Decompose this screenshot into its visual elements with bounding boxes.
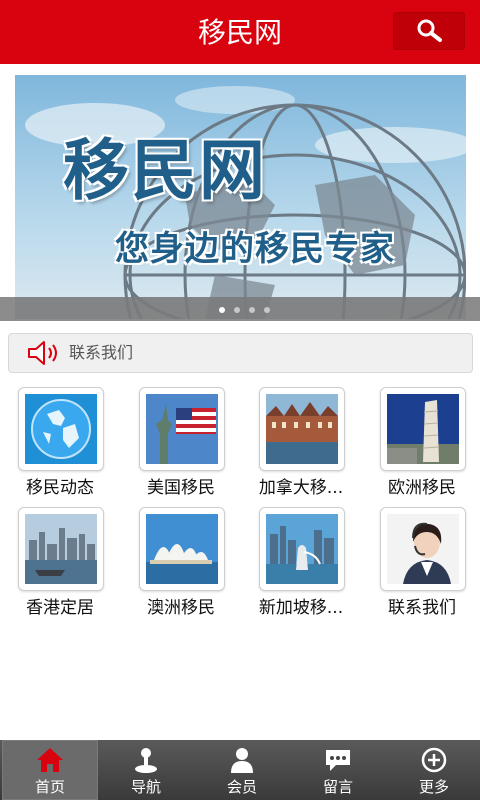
- thumbnail: [380, 507, 466, 591]
- pagination-dot[interactable]: [264, 307, 270, 313]
- search-button[interactable]: [393, 12, 465, 50]
- search-icon: [417, 19, 442, 42]
- globe-icon: [25, 394, 97, 464]
- grid-item-label: 香港定居: [26, 598, 94, 618]
- grid-item-singapore-immigration[interactable]: 新加坡移...: [249, 505, 359, 620]
- thumbnail: [259, 507, 345, 591]
- usa-icon: [146, 394, 218, 464]
- tab-label: 更多: [418, 778, 449, 796]
- europe-icon: [387, 394, 459, 464]
- banner-pagination: [0, 297, 480, 321]
- speaker-icon: [28, 341, 57, 365]
- plus-circle-icon: [421, 747, 447, 773]
- grid-item-contact-us[interactable]: 联系我们: [370, 505, 480, 620]
- grid-item-usa-immigration[interactable]: 美国移民: [129, 385, 239, 500]
- canada-icon: [266, 394, 338, 464]
- notice-text: 联系我们: [69, 343, 134, 362]
- grid-item-label: 联系我们: [388, 598, 456, 618]
- thumbnail: [18, 507, 104, 591]
- header-bar: 移民网: [0, 0, 480, 64]
- grid-item-label: 美国移民: [147, 478, 215, 498]
- singapore-icon: [266, 514, 338, 584]
- thumbnail: [139, 387, 225, 471]
- contact-icon: [387, 514, 459, 584]
- tab-message[interactable]: 留言: [290, 740, 386, 800]
- thumbnail: [380, 387, 466, 471]
- tab-more[interactable]: 更多: [386, 740, 480, 800]
- thumbnail: [139, 507, 225, 591]
- grid-item-label: 欧洲移民: [388, 478, 456, 498]
- notice-bar[interactable]: 联系我们: [8, 333, 473, 373]
- tab-label: 导航: [130, 778, 161, 796]
- banner-slogan: 您身边的移民专家: [115, 229, 395, 269]
- thumbnail: [18, 387, 104, 471]
- chat-icon: [326, 750, 350, 771]
- grid-item-label: 加拿大移...: [258, 478, 344, 498]
- grid-item-immigration-news[interactable]: 移民动态: [8, 385, 118, 500]
- grid-item-canada-immigration[interactable]: 加拿大移...: [249, 385, 359, 500]
- home-icon: [37, 748, 63, 772]
- tab-label: 会员: [226, 778, 257, 796]
- tab-home[interactable]: 首页: [2, 740, 98, 800]
- joystick-icon: [135, 748, 157, 773]
- banner-slide[interactable]: 移民网 您身边的移民专家: [15, 75, 466, 319]
- pagination-dot[interactable]: [249, 307, 255, 313]
- grid-item-hongkong-settlement[interactable]: 香港定居: [8, 505, 118, 620]
- bottom-tab-bar: 首页 导航 会员 留言 更多: [0, 740, 480, 800]
- grid-item-label: 移民动态: [26, 478, 94, 498]
- pagination-dot[interactable]: [234, 307, 240, 313]
- tab-navigation[interactable]: 导航: [98, 740, 194, 800]
- grid-item-australia-immigration[interactable]: 澳洲移民: [129, 505, 239, 620]
- thumbnail: [259, 387, 345, 471]
- tab-label: 首页: [34, 778, 65, 796]
- banner-title: 移民网: [63, 132, 267, 209]
- tab-label: 留言: [322, 778, 353, 796]
- australia-icon: [146, 514, 218, 584]
- user-icon: [231, 748, 253, 773]
- grid-item-label: 新加坡移...: [258, 598, 344, 618]
- tab-member[interactable]: 会员: [194, 740, 290, 800]
- grid-item-europe-immigration[interactable]: 欧洲移民: [370, 385, 480, 500]
- grid-item-label: 澳洲移民: [147, 598, 215, 618]
- hongkong-icon: [25, 514, 97, 584]
- pagination-dot[interactable]: [219, 307, 225, 313]
